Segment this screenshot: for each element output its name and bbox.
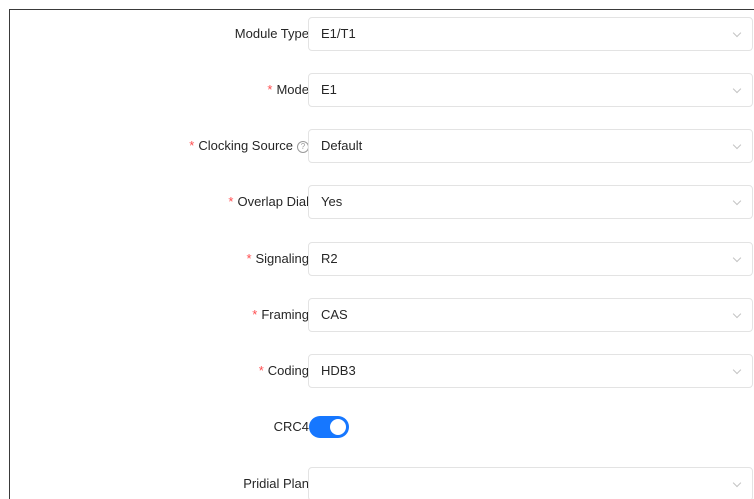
framing-select[interactable]: CAS	[308, 298, 753, 332]
required-mark: *	[246, 251, 252, 266]
required-mark: *	[228, 194, 234, 209]
coding-value: HDB3	[321, 363, 356, 378]
form-row-framing: * Framing CAS	[10, 298, 754, 332]
framing-label: * Framing	[252, 298, 309, 332]
pridial-plan-select[interactable]	[308, 467, 753, 499]
mode-select[interactable]: E1	[308, 73, 753, 107]
framing-label-text: Framing	[261, 307, 309, 322]
required-mark: *	[252, 307, 258, 322]
signaling-label-text: Signaling	[255, 251, 310, 266]
pridial-plan-label-text: Pridial Plan	[243, 476, 309, 491]
form-row-crc4: CRC4	[10, 410, 754, 444]
mode-value: E1	[321, 82, 337, 97]
toggle-knob	[330, 419, 346, 435]
form-row-clocking-source: * Clocking Source? Default	[10, 129, 754, 163]
form-row-signaling: * Signaling R2	[10, 242, 754, 276]
form-row-pridial-plan: Pridial Plan	[10, 467, 754, 499]
chevron-down-icon	[732, 309, 742, 319]
crc4-toggle[interactable]	[309, 416, 349, 438]
chevron-down-icon	[732, 28, 742, 38]
signaling-value: R2	[321, 251, 338, 266]
coding-label-text: Coding	[267, 363, 309, 378]
required-mark: *	[189, 138, 195, 153]
framing-value: CAS	[321, 307, 348, 322]
module-type-select[interactable]: E1/T1	[308, 17, 753, 51]
chevron-down-icon	[732, 140, 742, 150]
form-row-module-type: Module Type E1/T1	[10, 17, 754, 51]
form-panel: Module Type E1/T1 * Mode E1 * Clocking Sou…	[9, 9, 754, 499]
signaling-label: * Signaling	[246, 242, 309, 276]
form-row-overlap-dial: * Overlap Dial Yes	[10, 185, 754, 219]
required-mark: *	[258, 363, 264, 378]
crc4-label: CRC4	[274, 410, 309, 444]
overlap-dial-value: Yes	[321, 194, 343, 209]
overlap-dial-select[interactable]: Yes	[308, 185, 753, 219]
chevron-down-icon	[732, 478, 742, 488]
mode-label-text: Mode	[276, 82, 309, 97]
overlap-dial-label-text: Overlap Dial	[237, 194, 309, 209]
clocking-source-value: Default	[321, 138, 363, 153]
mode-label: * Mode	[267, 73, 309, 107]
crc4-label-text: CRC4	[273, 419, 309, 434]
required-mark: *	[267, 82, 273, 97]
chevron-down-icon	[732, 253, 742, 263]
chevron-down-icon	[732, 365, 742, 375]
module-type-label: Module Type	[235, 17, 309, 51]
chevron-down-icon	[732, 196, 742, 206]
overlap-dial-label: * Overlap Dial	[228, 185, 309, 219]
form-row-mode: * Mode E1	[10, 73, 754, 107]
chevron-down-icon	[732, 84, 742, 94]
clocking-source-select[interactable]: Default	[308, 129, 753, 163]
coding-label: * Coding	[259, 354, 309, 388]
module-type-value: E1/T1	[321, 26, 356, 41]
form-row-coding: * Coding HDB3	[10, 354, 754, 388]
pridial-plan-label: Pridial Plan	[243, 467, 309, 499]
signaling-select[interactable]: R2	[308, 242, 753, 276]
clocking-source-label: * Clocking Source?	[189, 129, 309, 163]
module-type-label-text: Module Type	[234, 26, 309, 41]
clocking-source-label-text: Clocking Source	[198, 138, 293, 153]
coding-select[interactable]: HDB3	[308, 354, 753, 388]
